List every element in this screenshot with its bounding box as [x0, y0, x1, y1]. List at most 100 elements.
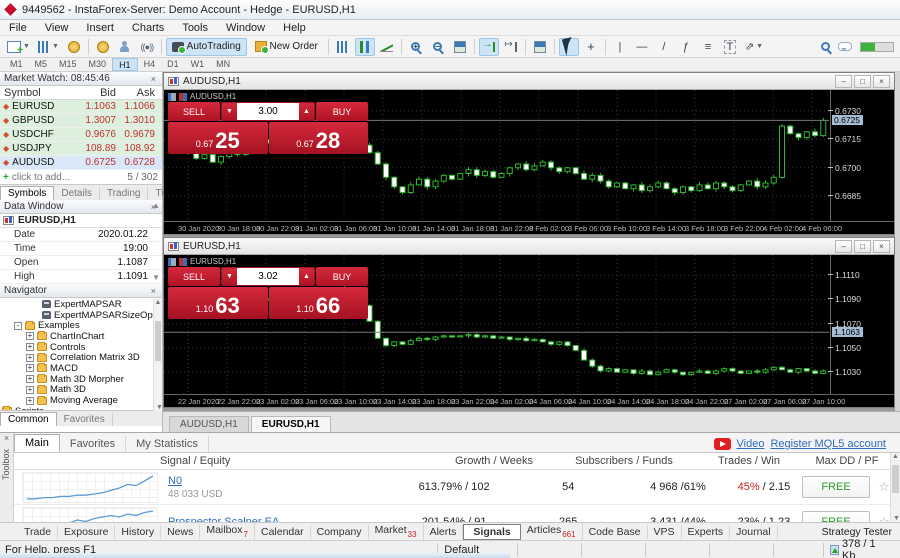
- candle-chart-mode-button[interactable]: [355, 38, 375, 56]
- symbol-row-eurusd[interactable]: ◆EURUSD1.10631.1066: [0, 100, 162, 114]
- tree-item-chartinchart[interactable]: +ChartInChart: [0, 331, 162, 342]
- sell-button[interactable]: SELL: [168, 102, 220, 121]
- navigator-tab-common[interactable]: Common: [0, 412, 57, 426]
- tree-item-macd[interactable]: +MACD: [0, 363, 162, 374]
- chart-tab-audusd-h1[interactable]: AUDUSD,H1: [169, 416, 249, 432]
- expand-plus-icon[interactable]: +: [26, 343, 34, 351]
- sell-price-panel[interactable]: 1.1063: [168, 287, 268, 319]
- market-watch-tab-details[interactable]: Details: [54, 187, 100, 200]
- minimize-button[interactable]: –: [835, 75, 852, 88]
- broadcast-button[interactable]: ((●)): [137, 38, 157, 56]
- vertical-line-tool-button[interactable]: |: [610, 38, 630, 56]
- bottom-tab-vps[interactable]: VPS: [648, 525, 682, 539]
- close-icon[interactable]: ×: [149, 286, 158, 296]
- tree-item-expertmapsar[interactable]: ExpertMAPSAR: [0, 299, 162, 310]
- menu-window[interactable]: Window: [217, 21, 274, 35]
- scrollbar-thumb[interactable]: [892, 465, 899, 493]
- accounts-button[interactable]: [115, 38, 135, 56]
- timeframe-w1[interactable]: W1: [185, 58, 211, 71]
- bottom-tab-history[interactable]: History: [115, 525, 161, 539]
- scroll-down-icon[interactable]: ▼: [893, 515, 900, 522]
- toolbox-tab-my-statistics[interactable]: My Statistics: [126, 436, 209, 452]
- line-chart-mode-button[interactable]: [377, 38, 397, 56]
- volume-decrease-button[interactable]: ▼: [222, 103, 237, 120]
- tree-item-math-3d-morpher[interactable]: +Math 3D Morpher: [0, 374, 162, 385]
- menu-tools[interactable]: Tools: [173, 21, 217, 35]
- chart-surface[interactable]: 1.11101.10901.10701.10501.10301.1063EURU…: [164, 255, 894, 394]
- cursor-tool-button[interactable]: [559, 38, 579, 56]
- bottom-scroll-strip[interactable]: [0, 553, 510, 558]
- close-icon[interactable]: ×: [0, 433, 13, 443]
- tree-item-expertmapsarsizeoptim[interactable]: ExpertMAPSARSizeOptim: [0, 310, 162, 321]
- bottom-tab-articles[interactable]: Articles661: [521, 523, 583, 539]
- minimize-button[interactable]: –: [835, 240, 852, 253]
- navigator-scrollbar[interactable]: ▲▼: [153, 299, 162, 411]
- navigator-tab-favorites[interactable]: Favorites: [57, 413, 113, 426]
- toolbox-tab-favorites[interactable]: Favorites: [60, 436, 126, 452]
- depth-of-market-icon[interactable]: [168, 258, 176, 266]
- video-link[interactable]: Video: [737, 438, 765, 450]
- menu-view[interactable]: View: [36, 21, 78, 35]
- expand-plus-icon[interactable]: +: [26, 354, 34, 362]
- chart-shift-button[interactable]: [501, 38, 521, 56]
- menu-charts[interactable]: Charts: [123, 21, 173, 35]
- menu-file[interactable]: File: [0, 21, 36, 35]
- symbol-row-audusd[interactable]: ◆AUDUSD0.67250.6728: [0, 156, 162, 170]
- expand-plus-icon[interactable]: +: [26, 364, 34, 372]
- tree-item-moving-average[interactable]: +Moving Average: [0, 395, 162, 406]
- signal-name-link[interactable]: N0: [168, 475, 182, 487]
- tile-windows-button[interactable]: [450, 38, 470, 56]
- bottom-tab-experts[interactable]: Experts: [682, 525, 731, 539]
- tree-item-examples[interactable]: -Examples: [0, 320, 162, 331]
- one-click-trading-icon[interactable]: [179, 258, 187, 266]
- tree-item-scripts[interactable]: Scripts: [0, 406, 162, 410]
- timeframe-m30[interactable]: M30: [83, 58, 113, 71]
- bottom-tab-calendar[interactable]: Calendar: [255, 525, 311, 539]
- symbol-row-usdjpy[interactable]: ◆USDJPY108.89108.92: [0, 142, 162, 156]
- free-price-button[interactable]: FREE: [802, 476, 871, 498]
- scroll-down-icon[interactable]: ▼: [156, 404, 163, 411]
- sell-button[interactable]: SELL: [168, 267, 220, 286]
- favorite-star-icon[interactable]: ☆: [878, 479, 890, 495]
- bottom-tab-market[interactable]: Market33: [369, 523, 424, 539]
- toolbox-tab-main[interactable]: Main: [14, 434, 60, 452]
- bottom-tab-mailbox[interactable]: Mailbox7: [200, 523, 255, 539]
- register-mql5-link[interactable]: Register MQL5 account: [770, 438, 886, 450]
- profiles-button[interactable]: ▼: [35, 38, 62, 56]
- timeframe-mn[interactable]: MN: [210, 58, 236, 71]
- chart-tab-eurusd-h1[interactable]: EURUSD,H1: [251, 416, 331, 432]
- volume-increase-button[interactable]: ▲: [299, 103, 314, 120]
- scrollbar-thumb[interactable]: [155, 321, 161, 361]
- autotrading-button[interactable]: AutoTrading: [166, 38, 247, 56]
- crosshair-tool-button[interactable]: +: [581, 38, 601, 56]
- fibo-fan-tool-button[interactable]: ≡: [698, 38, 718, 56]
- bottom-tab-signals[interactable]: Signals: [463, 524, 520, 540]
- bottom-tab-company[interactable]: Company: [311, 525, 369, 539]
- community-chat-icon[interactable]: [838, 42, 852, 51]
- trendline-tool-button[interactable]: /: [654, 38, 674, 56]
- signal-row-n0[interactable]: N048 033 USD613.79% / 102544 968 /61%45%…: [14, 470, 890, 505]
- bottom-tab-trade[interactable]: Trade: [18, 525, 58, 539]
- depth-of-market-icon[interactable]: [168, 93, 176, 101]
- scroll-up-icon[interactable]: ▲: [152, 201, 160, 210]
- expand-plus-icon[interactable]: +: [26, 375, 34, 383]
- bottom-tab-alerts[interactable]: Alerts: [424, 525, 464, 539]
- close-button[interactable]: ×: [873, 240, 890, 253]
- one-click-trading-icon[interactable]: [179, 93, 187, 101]
- sell-price-panel[interactable]: 0.6725: [168, 122, 268, 154]
- new-order-button[interactable]: New Order: [249, 38, 324, 56]
- volume-increase-button[interactable]: ▲: [299, 268, 314, 285]
- volume-value[interactable]: 3.02: [237, 268, 299, 285]
- expand-plus-icon[interactable]: +: [26, 397, 34, 405]
- menu-insert[interactable]: Insert: [77, 21, 123, 35]
- zoom-in-button[interactable]: +: [406, 38, 426, 56]
- toolbox-scrollbar[interactable]: ▲▼: [890, 453, 900, 523]
- market-watch-add-row[interactable]: + click to add... 5 / 302: [0, 170, 162, 184]
- timeframe-h4[interactable]: H4: [138, 58, 162, 71]
- indicators-button[interactable]: [530, 38, 550, 56]
- volume-value[interactable]: 3.00: [237, 103, 299, 120]
- close-icon[interactable]: ×: [149, 74, 158, 84]
- timeframe-m15[interactable]: M15: [53, 58, 83, 71]
- zoom-out-button[interactable]: −: [428, 38, 448, 56]
- timeframe-h1[interactable]: H1: [112, 58, 138, 71]
